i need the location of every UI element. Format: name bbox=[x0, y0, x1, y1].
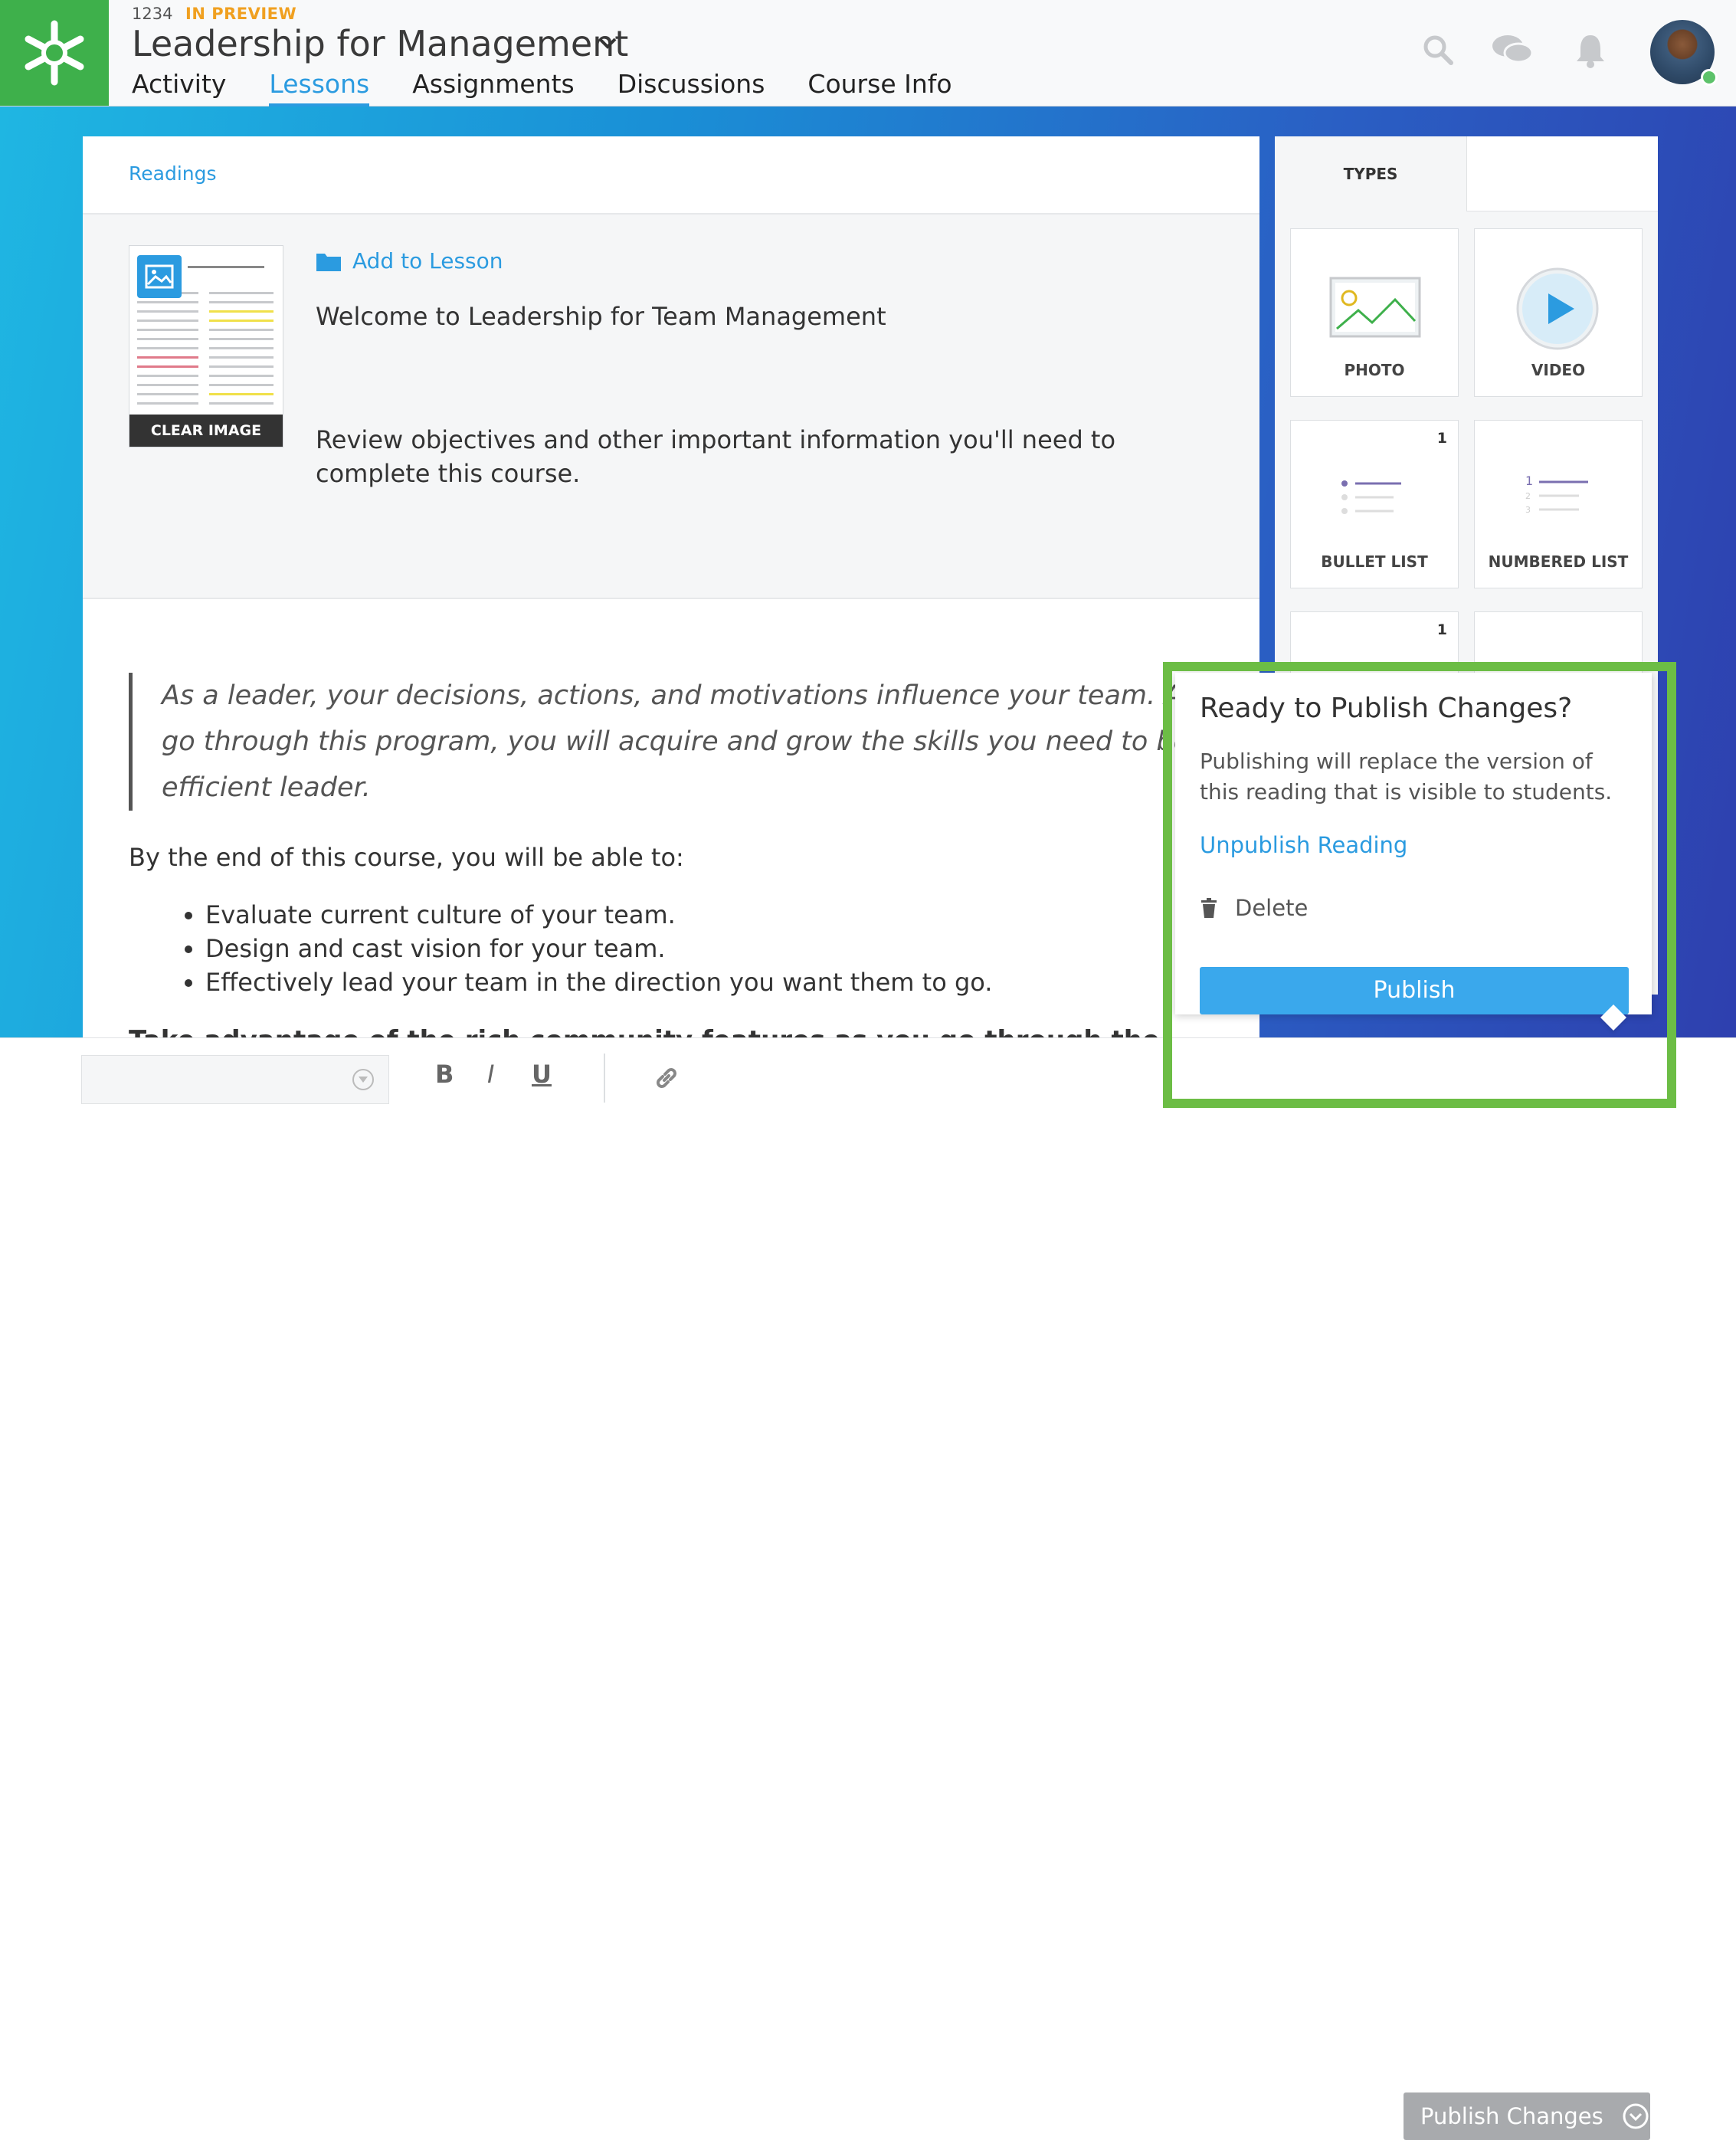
reading-title-field[interactable]: Welcome to Leadership for Team Managemen… bbox=[316, 302, 886, 331]
preview-status-badge: IN PREVIEW bbox=[185, 5, 297, 23]
chevron-down-icon bbox=[352, 1069, 374, 1090]
tile-label: BULLET LIST bbox=[1321, 552, 1428, 571]
svg-text:2: 2 bbox=[1525, 491, 1531, 501]
chevron-down-circle-icon bbox=[1623, 2103, 1649, 2129]
tile-label: NUMBERED LIST bbox=[1488, 552, 1629, 571]
nav-tab-lessons[interactable]: Lessons bbox=[269, 69, 370, 107]
nav-tab-activity[interactable]: Activity bbox=[132, 69, 226, 107]
reading-thumbnail[interactable]: CLEAR IMAGE bbox=[129, 245, 283, 447]
numbered-list-icon: 1 2 3 bbox=[1525, 474, 1588, 515]
tab-secondary[interactable] bbox=[1467, 136, 1658, 211]
list-item[interactable]: Effectively lead your team in the direct… bbox=[205, 965, 992, 999]
link-icon[interactable] bbox=[653, 1064, 680, 1092]
blockquote[interactable]: As a leader, your decisions, actions, an… bbox=[129, 673, 1265, 811]
clear-image-button[interactable]: CLEAR IMAGE bbox=[129, 415, 283, 447]
notifications-bell-icon[interactable] bbox=[1574, 32, 1607, 69]
type-tile-numbered-list[interactable]: 1 2 3 NUMBERED LIST bbox=[1474, 420, 1643, 588]
tile-label: PHOTO bbox=[1344, 361, 1405, 379]
star-logo-icon bbox=[25, 20, 84, 86]
search-icon[interactable] bbox=[1422, 32, 1454, 67]
text-format-select[interactable] bbox=[81, 1055, 389, 1104]
nav-tab-discussions[interactable]: Discussions bbox=[617, 69, 765, 107]
bold-button[interactable]: B bbox=[435, 1060, 454, 1089]
course-id: 1234 bbox=[132, 5, 173, 23]
course-nav: Activity Lessons Assignments Discussions… bbox=[132, 69, 995, 107]
publish-changes-button[interactable]: Publish Changes bbox=[1404, 2092, 1650, 2140]
add-to-lesson-link[interactable]: Add to Lesson bbox=[316, 248, 503, 274]
reading-hero: CLEAR IMAGE Add to Lesson Welcome to Lea… bbox=[83, 215, 1259, 599]
underline-button[interactable]: U bbox=[532, 1060, 552, 1089]
list-item[interactable]: Evaluate current culture of your team. bbox=[205, 898, 992, 932]
tile-label: VIDEO bbox=[1531, 361, 1586, 379]
highlight-frame bbox=[1163, 662, 1676, 1108]
course-switcher-chevron-icon[interactable] bbox=[598, 35, 617, 51]
publish-changes-label: Publish Changes bbox=[1420, 2103, 1603, 2129]
list-item[interactable]: Design and cast vision for your team. bbox=[205, 932, 992, 965]
course-title[interactable]: Leadership for Management bbox=[132, 23, 628, 64]
app-logo[interactable] bbox=[0, 0, 109, 106]
messages-icon[interactable] bbox=[1491, 32, 1534, 67]
card-header: Readings bbox=[83, 136, 1259, 215]
type-tile-bullet-list[interactable]: 1 BULLET LIST bbox=[1290, 420, 1459, 588]
video-play-icon bbox=[1516, 267, 1599, 350]
reading-editor-card: Readings CLEAR IMAGE Add to Lesson Welco… bbox=[83, 136, 1259, 1114]
folder-icon bbox=[316, 253, 341, 271]
tab-types[interactable]: TYPES bbox=[1275, 136, 1467, 211]
tile-count: 1 bbox=[1436, 621, 1447, 638]
section-title-readings[interactable]: Readings bbox=[129, 162, 217, 185]
photo-icon bbox=[1329, 277, 1421, 338]
type-tile-photo[interactable]: PHOTO bbox=[1290, 228, 1459, 397]
objectives-intro[interactable]: By the end of this course, you will be a… bbox=[129, 843, 684, 872]
svg-text:1: 1 bbox=[1525, 474, 1533, 488]
nav-tab-assignments[interactable]: Assignments bbox=[412, 69, 575, 107]
top-header: 1234 IN PREVIEW Leadership for Managemen… bbox=[0, 0, 1736, 107]
toolbar-divider bbox=[604, 1054, 605, 1103]
bullet-list-icon bbox=[1341, 480, 1401, 514]
svg-text:3: 3 bbox=[1525, 505, 1531, 515]
reading-description-field[interactable]: Review objectives and other important in… bbox=[316, 423, 1197, 490]
objectives-list: Evaluate current culture of your team. D… bbox=[175, 898, 992, 999]
type-tile-video[interactable]: VIDEO bbox=[1474, 228, 1643, 397]
image-placeholder-icon bbox=[137, 255, 182, 298]
italic-button[interactable]: I bbox=[487, 1060, 494, 1089]
nav-tab-course-info[interactable]: Course Info bbox=[807, 69, 952, 107]
tile-count: 1 bbox=[1436, 430, 1447, 447]
add-to-lesson-label: Add to Lesson bbox=[352, 248, 503, 274]
online-status-dot bbox=[1701, 69, 1718, 86]
